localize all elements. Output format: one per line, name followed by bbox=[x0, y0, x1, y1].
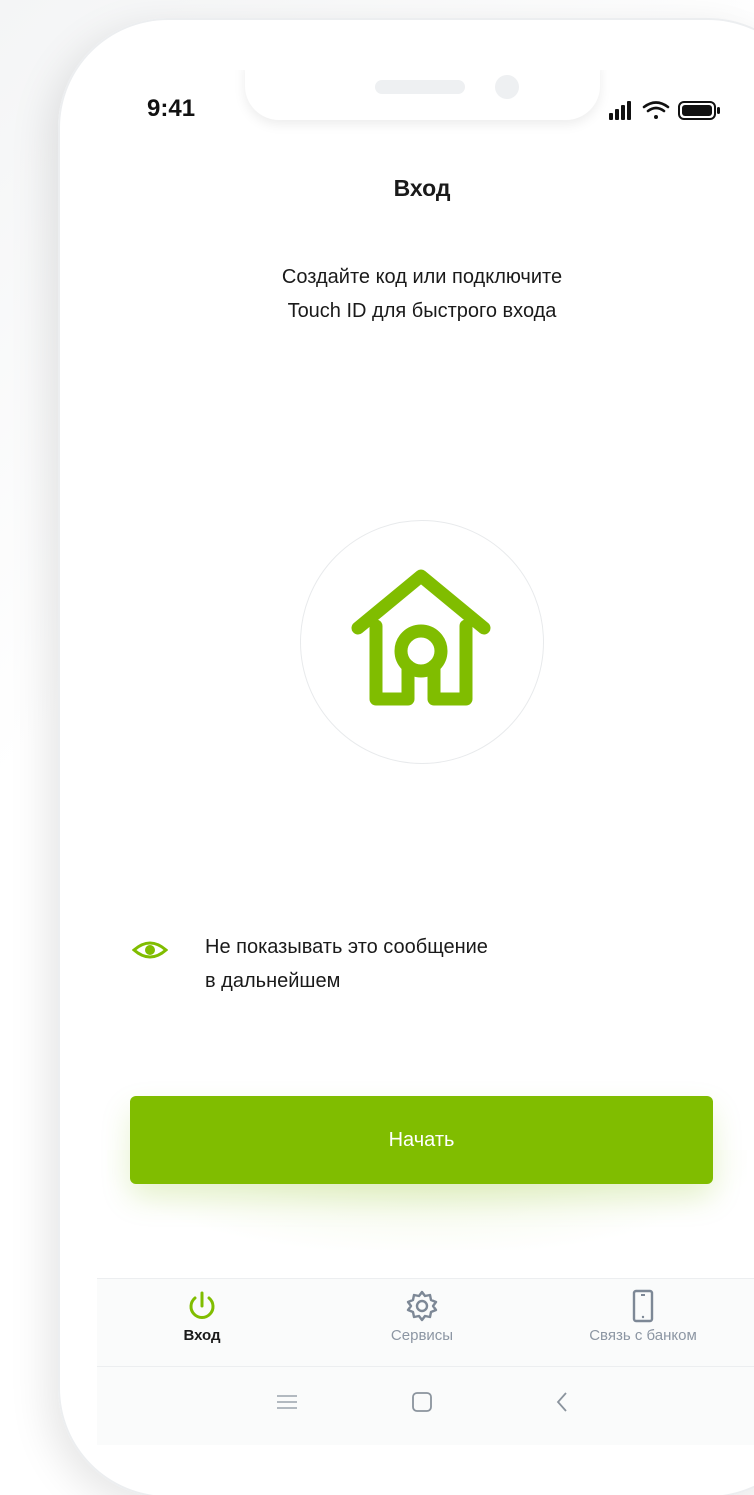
page: 9:41 Вход Создайте код или подключите To… bbox=[0, 0, 754, 1495]
menu-icon bbox=[277, 1395, 297, 1409]
eye-icon[interactable] bbox=[132, 938, 168, 962]
menu-button[interactable] bbox=[267, 1387, 307, 1417]
dont-show-line-2: в дальнейшем bbox=[205, 970, 341, 992]
signal-icon bbox=[609, 101, 631, 120]
page-title: Вход bbox=[393, 175, 451, 201]
status-time: 9:41 bbox=[147, 95, 196, 122]
tab-services[interactable]: Сервисы bbox=[342, 1289, 502, 1344]
speaker-grille bbox=[375, 80, 465, 94]
power-icon bbox=[189, 1291, 215, 1319]
app-screen: 9:41 Вход Создайте код или подключите To… bbox=[97, 70, 754, 1445]
intro-line-2: Touch ID для быстрого входа bbox=[287, 300, 557, 322]
tab-login-label: Вход bbox=[183, 1327, 221, 1344]
dont-show-option[interactable]: Не показывать это сообщение в дальнейшем bbox=[132, 930, 732, 1010]
house-key-logo-icon bbox=[351, 569, 491, 706]
phone-icon bbox=[632, 1289, 654, 1323]
intro-text: Создайте код или подключите Touch ID для… bbox=[97, 260, 747, 328]
home-square-icon bbox=[412, 1392, 432, 1412]
back-chevron-icon bbox=[556, 1392, 567, 1412]
tab-login[interactable]: Вход bbox=[122, 1289, 282, 1344]
home-button[interactable] bbox=[402, 1387, 442, 1417]
status-icons bbox=[609, 101, 720, 120]
gear-icon bbox=[406, 1290, 438, 1322]
dont-show-label: Не показывать это сообщение в дальнейшем bbox=[205, 930, 488, 998]
logo-circle bbox=[300, 520, 544, 764]
front-camera bbox=[495, 75, 519, 99]
dont-show-line-1: Не показывать это сообщение bbox=[205, 936, 488, 958]
start-button[interactable]: Начать bbox=[130, 1096, 713, 1184]
tab-contact-bank-label: Связь с банком bbox=[589, 1327, 697, 1344]
back-button[interactable] bbox=[542, 1387, 582, 1417]
intro-line-1: Создайте код или подключите bbox=[281, 266, 563, 288]
tab-contact-bank[interactable]: Связь с банком bbox=[563, 1289, 723, 1344]
wifi-icon bbox=[642, 101, 670, 119]
phone-notch bbox=[245, 70, 600, 120]
battery-icon bbox=[678, 101, 720, 120]
system-nav-bar bbox=[97, 1366, 754, 1445]
tab-services-label: Сервисы bbox=[390, 1327, 454, 1344]
tab-bar: Вход Сервисы Связь с банком bbox=[97, 1278, 754, 1367]
